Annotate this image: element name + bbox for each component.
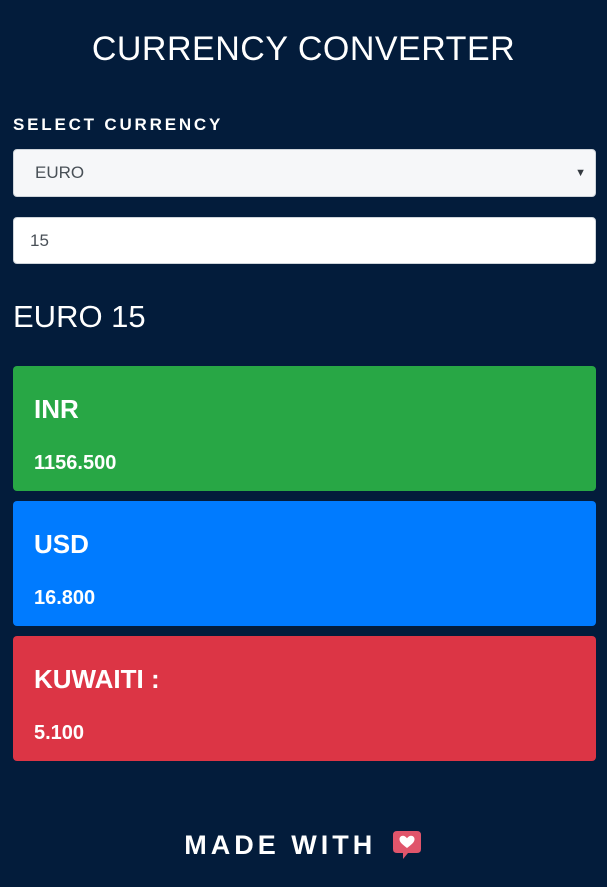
inr-currency-code: INR bbox=[34, 394, 79, 424]
conversion-heading: EURO 15 bbox=[13, 299, 146, 334]
app-title: CURRENCY CONVERTER bbox=[91, 30, 516, 68]
usd-currency-code: USD bbox=[34, 529, 89, 559]
footer-text: MADE WITH bbox=[184, 830, 377, 860]
kuwaiti-currency-code: KUWAITI : bbox=[34, 664, 160, 694]
heart-message-icon bbox=[392, 831, 421, 859]
currency-select[interactable]: EURO ▼ bbox=[13, 149, 596, 197]
amount-input[interactable] bbox=[13, 217, 596, 264]
footer: MADE WITH bbox=[0, 828, 607, 862]
select-currency-label: SELECT CURRENCY bbox=[13, 115, 224, 134]
currency-select-value: EURO bbox=[35, 163, 85, 182]
usd-converted-value: 16.800 bbox=[34, 587, 96, 609]
chevron-down-icon: ▼ bbox=[575, 167, 586, 179]
inr-result-card: INR 1156.500 bbox=[13, 366, 596, 491]
usd-result-card: USD 16.800 bbox=[13, 501, 596, 626]
inr-converted-value: 1156.500 bbox=[34, 452, 117, 474]
kuwaiti-result-card: KUWAITI : 5.100 bbox=[13, 636, 596, 761]
kuwaiti-converted-value: 5.100 bbox=[34, 722, 85, 744]
